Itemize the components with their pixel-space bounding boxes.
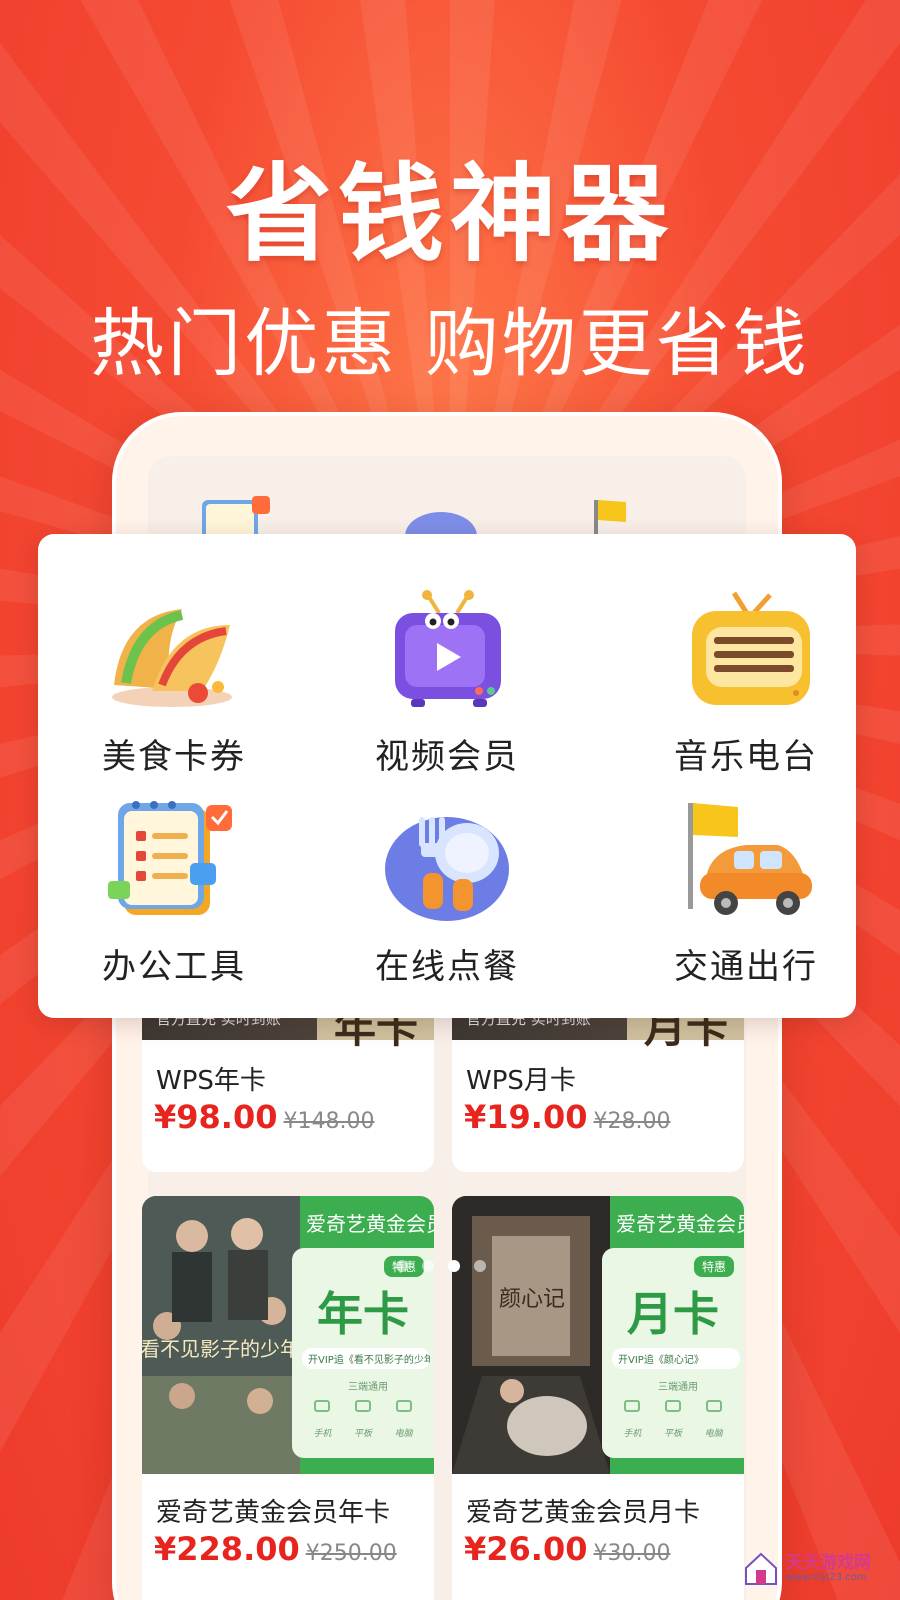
- house-logo-icon: [745, 1552, 777, 1585]
- category-label: 美食卡券: [102, 737, 246, 777]
- device-icons: [302, 1400, 424, 1412]
- device-name: 平板: [663, 1429, 682, 1439]
- watermark-text: 天天游戏网 www.ttyl23.com: [786, 1552, 871, 1583]
- carousel-dot-active[interactable]: [448, 1260, 460, 1272]
- tv-icon: [394, 590, 501, 707]
- device-names: 手机 平板 电脑: [302, 1426, 424, 1439]
- current-price: ¥19.00: [464, 1098, 588, 1136]
- product-card-iqiyi-month[interactable]: 颜心记 爱奇艺黄金会员 特惠 月卡 开VIP追《颜心记》 三端通用 手机 平板 电脑…: [452, 1196, 744, 1600]
- computer-icon: [705, 1400, 722, 1412]
- device-name: 平板: [353, 1429, 372, 1439]
- product-price: ¥98.00 ¥148.00: [154, 1098, 374, 1136]
- category-label: 音乐电台: [674, 737, 818, 777]
- category-food-coupons[interactable]: 美食卡券: [68, 568, 321, 778]
- fork-plate-icon: [384, 817, 509, 921]
- site-watermark: 天天游戏网 www.ttyl23.com: [742, 1546, 892, 1592]
- watermark-url: www.ttyl23.com: [786, 1571, 867, 1583]
- carousel-dot[interactable]: [396, 1260, 408, 1272]
- computer-icon: [395, 1400, 412, 1412]
- device-icons: [612, 1400, 734, 1412]
- banner-label: 月卡: [627, 1287, 719, 1341]
- device-name: 电脑: [394, 1429, 413, 1439]
- current-price: ¥98.00: [154, 1098, 278, 1136]
- drama-poster-image: 颜心记: [452, 1196, 610, 1474]
- hero-subtitle: 热门优惠 购物更省钱: [90, 301, 810, 387]
- category-label: 交通出行: [674, 947, 818, 987]
- product-price: ¥228.00 ¥250.00: [154, 1530, 397, 1568]
- drama-poster-image: 看不见影子的少年: [142, 1196, 300, 1474]
- category-online-ordering[interactable]: 在线点餐: [321, 778, 574, 988]
- product-price: ¥26.00 ¥30.00: [464, 1530, 670, 1568]
- banner-title: 爱奇艺黄金会员: [306, 1212, 434, 1236]
- banner-panel: 特惠 月卡 开VIP追《颜心记》 三端通用 手机 平板 电脑: [602, 1248, 744, 1458]
- taco-icon: [112, 609, 232, 707]
- device-name: 电脑: [704, 1429, 723, 1439]
- product-name: 爱奇艺黄金会员月卡: [466, 1498, 701, 1528]
- device-name: 手机: [313, 1429, 332, 1439]
- banner-promo-line: 开VIP追《看不见影子的少年》: [302, 1348, 430, 1369]
- category-video-membership[interactable]: 视频会员: [321, 568, 574, 778]
- category-card: 美食卡券 视频会员 音乐电台 办公工具 在线点餐 交通出行: [38, 534, 856, 1018]
- original-price: ¥28.00: [593, 1109, 671, 1134]
- notepad-icon: [108, 801, 232, 915]
- watermark-main: 天天游戏网: [786, 1552, 871, 1573]
- category-transportation[interactable]: 交通出行: [573, 778, 826, 988]
- product-card-wps-month[interactable]: 官方直充 实时到账 月卡 WPS月卡 ¥19.00 ¥28.00: [452, 1000, 744, 1172]
- product-price: ¥19.00 ¥28.00: [464, 1098, 670, 1136]
- banner-panel: 特惠 年卡 开VIP追《看不见影子的少年》 三端通用 手机平板电脑: [292, 1248, 434, 1458]
- product-card-wps-year[interactable]: 官方直充 实时到账 年卡 WPS年卡 ¥98.00 ¥148.00: [142, 1000, 434, 1172]
- car-flag-icon: [688, 803, 812, 915]
- banner-title: 爱奇艺黄金会员: [616, 1212, 744, 1236]
- radio-icon: [692, 591, 810, 705]
- category-music-radio[interactable]: 音乐电台: [573, 568, 826, 778]
- hero-title: 省钱神器: [226, 153, 674, 276]
- category-label: 在线点餐: [374, 947, 519, 987]
- category-label: 视频会员: [374, 737, 519, 777]
- deal-badge: 特惠: [693, 1256, 734, 1277]
- banner-devices: 三端通用: [348, 1382, 388, 1393]
- poster-title: 颜心记: [499, 1287, 565, 1312]
- current-price: ¥228.00: [154, 1530, 300, 1568]
- product-banner: 颜心记 爱奇艺黄金会员 特惠 月卡 开VIP追《颜心记》 三端通用 手机 平板 电脑: [452, 1196, 744, 1474]
- phone-icon: [624, 1400, 641, 1412]
- phone-icon: [314, 1400, 331, 1412]
- banner-label: 年卡: [317, 1287, 409, 1341]
- category-office-tools[interactable]: 办公工具: [68, 778, 321, 988]
- carousel-dots[interactable]: [396, 1260, 486, 1272]
- device-names: 手机 平板 电脑: [612, 1426, 734, 1439]
- device-name: 手机: [623, 1429, 642, 1439]
- product-card-iqiyi-year[interactable]: 看不见影子的少年 爱奇艺黄金会员 特惠 年卡 开VIP追《看不见影子的少年》 三…: [142, 1196, 434, 1600]
- product-name: WPS月卡: [466, 1066, 576, 1096]
- original-price: ¥30.00: [593, 1541, 671, 1566]
- carousel-dot[interactable]: [422, 1260, 434, 1272]
- original-price: ¥250.00: [305, 1541, 397, 1566]
- banner-promo-line: 开VIP追《颜心记》: [612, 1348, 740, 1369]
- banner-devices: 三端通用: [658, 1382, 698, 1393]
- tablet-icon: [664, 1400, 681, 1412]
- original-price: ¥148.00: [283, 1109, 375, 1134]
- category-label: 办公工具: [102, 947, 246, 987]
- product-name: 爱奇艺黄金会员年卡: [156, 1498, 391, 1528]
- tablet-icon: [354, 1400, 371, 1412]
- product-name: WPS年卡: [156, 1066, 266, 1096]
- carousel-dot[interactable]: [474, 1260, 486, 1272]
- product-banner: 看不见影子的少年 爱奇艺黄金会员 特惠 年卡 开VIP追《看不见影子的少年》 三…: [142, 1196, 434, 1474]
- poster-title: 看不见影子的少年: [142, 1337, 300, 1361]
- current-price: ¥26.00: [464, 1530, 588, 1568]
